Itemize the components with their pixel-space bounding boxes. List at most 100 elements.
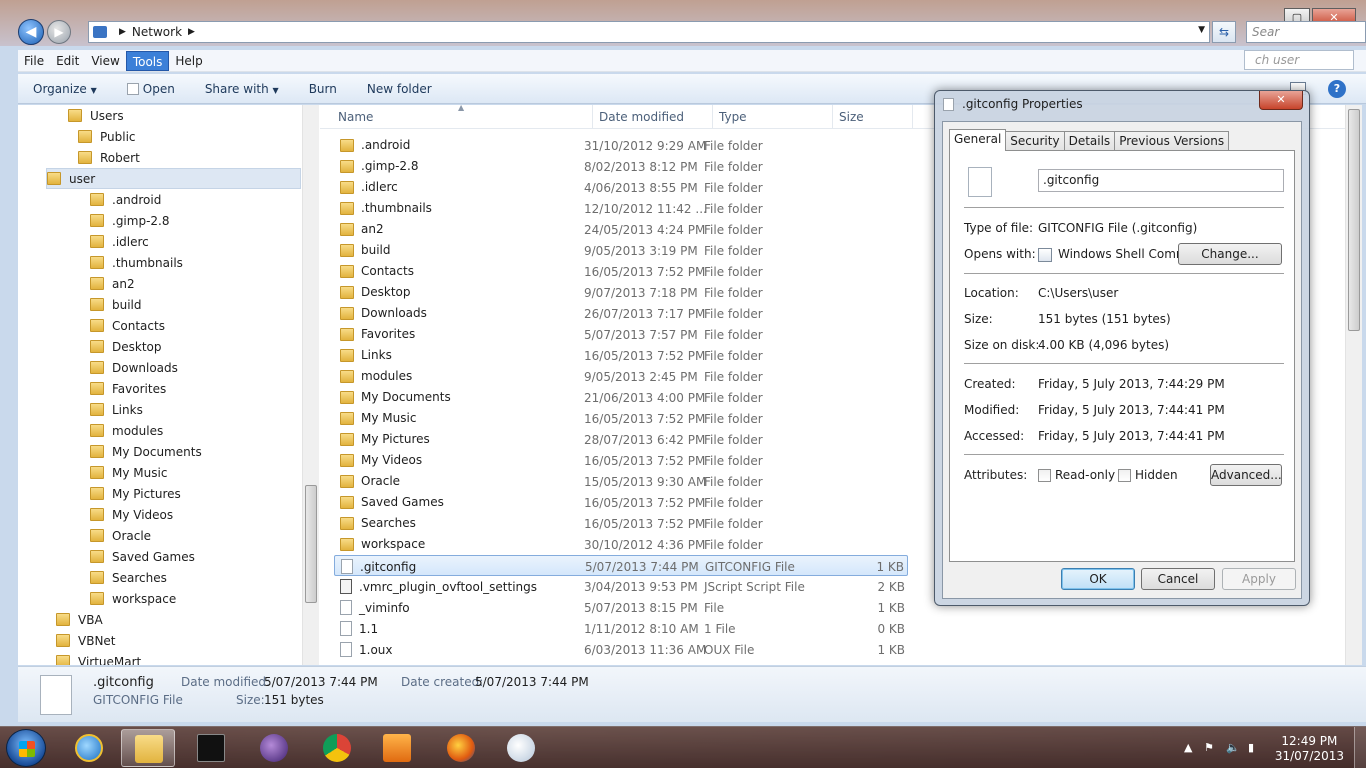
- file-row[interactable]: .vmrc_plugin_ovftool_settings 3/04/2013 9…: [334, 576, 908, 597]
- file-row[interactable]: .thumbnails 12/10/2012 11:42 ... File fold…: [334, 198, 908, 219]
- burn-button[interactable]: Burn: [294, 82, 352, 96]
- file-row[interactable]: Links 16/05/2013 7:52 PM File folder: [334, 345, 908, 366]
- nav-item[interactable]: Contacts: [90, 315, 165, 336]
- forward-button[interactable]: ▶: [47, 20, 71, 44]
- file-row[interactable]: .idlerc 4/06/2013 8:55 PM File folder: [334, 177, 908, 198]
- nav-item[interactable]: VBNet: [56, 630, 116, 651]
- chevron-right-icon[interactable]: ▶: [188, 27, 195, 37]
- nav-item[interactable]: My Music: [90, 462, 167, 483]
- show-desktop-button[interactable]: [1354, 727, 1366, 768]
- paint-icon[interactable]: [494, 729, 548, 767]
- network-signal-icon[interactable]: ▮: [1248, 741, 1260, 754]
- menu-view[interactable]: View: [85, 51, 125, 71]
- open-button[interactable]: Open: [112, 82, 190, 96]
- column-type[interactable]: Type: [719, 110, 747, 124]
- column-size[interactable]: Size: [839, 110, 864, 124]
- action-center-flag-icon[interactable]: ⚑: [1204, 741, 1216, 754]
- menu-help[interactable]: Help: [169, 51, 208, 71]
- file-row[interactable]: My Videos 16/05/2013 7:52 PM File folder: [334, 450, 908, 471]
- search-input[interactable]: Sear: [1246, 21, 1366, 43]
- nav-item[interactable]: modules: [90, 420, 163, 441]
- column-name[interactable]: Name: [338, 110, 373, 124]
- column-divider[interactable]: [712, 105, 713, 129]
- tab-previous-versions[interactable]: Previous Versions: [1114, 131, 1230, 151]
- nav-item[interactable]: an2: [90, 273, 135, 294]
- breadcrumb-network[interactable]: Network: [132, 25, 182, 39]
- file-row[interactable]: Favorites 5/07/2013 7:57 PM File folder: [334, 324, 908, 345]
- nav-item[interactable]: VBA: [56, 609, 103, 630]
- cancel-button[interactable]: Cancel: [1141, 568, 1215, 590]
- file-row[interactable]: build 9/05/2013 3:19 PM File folder: [334, 240, 908, 261]
- file-row[interactable]: 1.1 1/11/2012 8:10 AM 1 File 0 KB: [334, 618, 908, 639]
- file-row[interactable]: .android 31/10/2012 9:29 AM File folder: [334, 135, 908, 156]
- nav-item[interactable]: Robert: [78, 147, 140, 168]
- apply-button[interactable]: Apply: [1222, 568, 1296, 590]
- file-row[interactable]: Desktop 9/07/2013 7:18 PM File folder: [334, 282, 908, 303]
- scrollbar-thumb[interactable]: [1348, 109, 1360, 331]
- volume-icon[interactable]: 🔈: [1226, 741, 1240, 754]
- nav-item[interactable]: Public: [78, 126, 136, 147]
- nav-item[interactable]: Favorites: [90, 378, 166, 399]
- nav-item[interactable]: My Pictures: [90, 483, 181, 504]
- column-date-modified[interactable]: Date modified: [599, 110, 684, 124]
- column-divider[interactable]: [592, 105, 593, 129]
- chevron-down-icon[interactable]: ▼: [1198, 25, 1205, 35]
- new-folder-button[interactable]: New folder: [352, 82, 447, 96]
- search-user-input[interactable]: ch user: [1244, 50, 1354, 70]
- nav-item[interactable]: .idlerc: [90, 231, 149, 252]
- file-row[interactable]: Contacts 16/05/2013 7:52 PM File folder: [334, 261, 908, 282]
- advanced-button[interactable]: Advanced...: [1210, 464, 1282, 486]
- nav-item[interactable]: Downloads: [90, 357, 178, 378]
- refresh-button[interactable]: ⇆: [1212, 21, 1236, 43]
- windows-explorer-icon[interactable]: [121, 729, 175, 767]
- nav-item[interactable]: Desktop: [90, 336, 162, 357]
- file-row[interactable]: My Pictures 28/07/2013 6:42 PM File folder: [334, 429, 908, 450]
- hidden-checkbox[interactable]: Hidden: [1118, 468, 1178, 482]
- file-row[interactable]: workspace 30/10/2012 4:36 PM File folder: [334, 534, 908, 555]
- show-hidden-icons-icon[interactable]: ▲: [1184, 741, 1196, 754]
- organize-button[interactable]: Organize ▼: [18, 82, 112, 96]
- column-divider[interactable]: [832, 105, 833, 129]
- start-button[interactable]: [6, 729, 46, 767]
- tab-general[interactable]: General: [949, 129, 1007, 151]
- menu-edit[interactable]: Edit: [50, 51, 85, 71]
- file-row[interactable]: My Documents 21/06/2013 4:00 PM File folde…: [334, 387, 908, 408]
- menu-tools[interactable]: Tools: [125, 50, 170, 71]
- nav-item[interactable]: My Videos: [90, 504, 173, 525]
- command-prompt-icon[interactable]: [184, 729, 238, 767]
- menu-file[interactable]: File: [18, 51, 50, 71]
- nav-item[interactable]: .gimp-2.8: [90, 210, 170, 231]
- address-bar[interactable]: ▶ Network ▶ ▼: [88, 21, 1210, 43]
- help-icon[interactable]: ?: [1328, 80, 1346, 98]
- nav-item[interactable]: .thumbnails: [90, 252, 183, 273]
- nav-item[interactable]: build: [90, 294, 142, 315]
- file-row[interactable]: modules 9/05/2013 2:45 PM File folder: [334, 366, 908, 387]
- nav-item[interactable]: .android: [90, 189, 161, 210]
- file-row[interactable]: Searches 16/05/2013 7:52 PM File folder: [334, 513, 908, 534]
- nav-item[interactable]: VirtueMart: [56, 651, 141, 665]
- column-divider[interactable]: [912, 105, 913, 129]
- file-list-scrollbar[interactable]: [1345, 105, 1362, 665]
- eclipse-icon[interactable]: [247, 729, 301, 767]
- readonly-checkbox[interactable]: Read-only: [1038, 468, 1115, 482]
- internet-explorer-icon[interactable]: [62, 729, 116, 767]
- nav-item[interactable]: user: [46, 168, 301, 189]
- filename-input[interactable]: .gitconfig: [1038, 169, 1284, 192]
- nav-item[interactable]: Users: [68, 105, 124, 126]
- file-row[interactable]: .gimp-2.8 8/02/2013 8:12 PM File folder: [334, 156, 908, 177]
- file-row[interactable]: Oracle 15/05/2013 9:30 AM File folder: [334, 471, 908, 492]
- firefox-icon[interactable]: [434, 729, 488, 767]
- nav-item[interactable]: Links: [90, 399, 143, 420]
- file-row[interactable]: Saved Games 16/05/2013 7:52 PM File folder: [334, 492, 908, 513]
- clock[interactable]: 12:49 PM 31/07/2013: [1275, 734, 1344, 764]
- file-row[interactable]: an2 24/05/2013 4:24 PM File folder: [334, 219, 908, 240]
- tab-security[interactable]: Security: [1005, 131, 1065, 151]
- scrollbar-thumb[interactable]: [305, 485, 317, 603]
- back-button[interactable]: ◀: [18, 19, 44, 45]
- file-row[interactable]: .gitconfig 5/07/2013 7:44 PM GITCONFIG Fil…: [334, 555, 908, 576]
- chrome-icon[interactable]: [310, 729, 364, 767]
- media-player-icon[interactable]: [370, 729, 424, 767]
- nav-item[interactable]: Saved Games: [90, 546, 195, 567]
- file-row[interactable]: 1.oux 6/03/2013 11:36 AM OUX File 1 KB: [334, 639, 908, 660]
- nav-item[interactable]: Searches: [90, 567, 167, 588]
